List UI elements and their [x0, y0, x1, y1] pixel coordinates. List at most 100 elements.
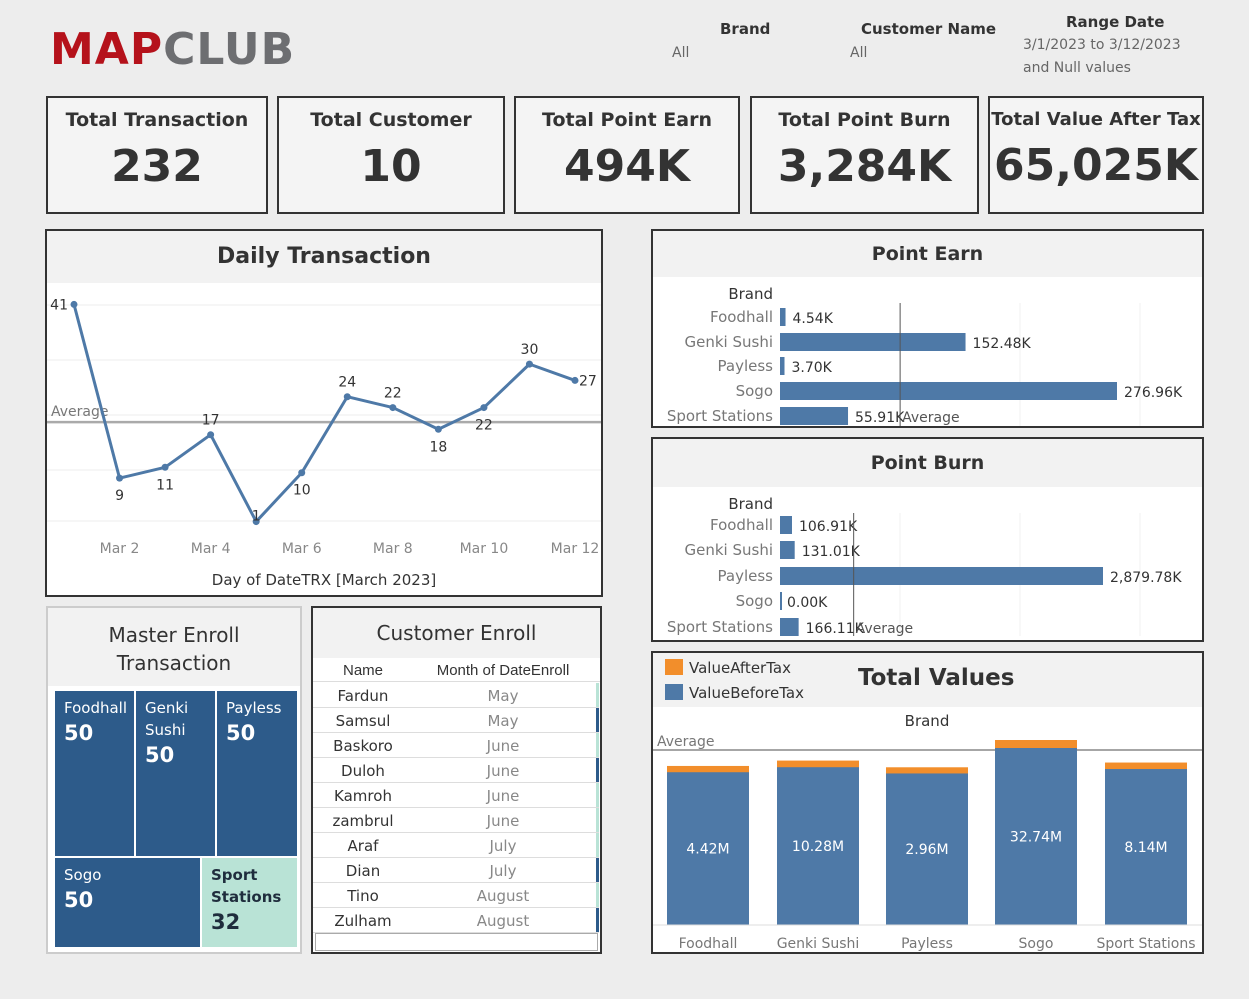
master-enroll-title-1: Master Enroll	[108, 623, 240, 647]
treemap-cell[interactable]: Sogo 50	[54, 857, 201, 948]
row-marker	[596, 783, 599, 807]
kpi-title: Total Value After Tax	[991, 109, 1201, 130]
cell-name: zambrul	[332, 812, 394, 830]
kpi-total-transaction: Total Transaction 232	[46, 96, 268, 214]
category-label: Sport Stations	[1096, 936, 1195, 952]
cell-month: June	[486, 812, 520, 830]
legend-label-before-tax[interactable]: ValueBeforeTax	[689, 684, 804, 702]
cell-name: Samsul	[335, 712, 391, 730]
cell-name: Baskoro	[333, 737, 393, 755]
table-row[interactable]: Samsul May	[313, 708, 599, 733]
treemap-cell-value: 50	[226, 721, 256, 745]
brand-filter-title: Brand	[720, 20, 771, 38]
data-point	[116, 474, 124, 482]
total-values-brand-header: Brand	[905, 712, 950, 730]
range-date-filter-title: Range Date	[1066, 13, 1165, 31]
treemap-cell[interactable]: Sport Stations 32	[201, 857, 298, 948]
average-label: Average	[657, 734, 715, 750]
cell-name: Tino	[347, 887, 379, 905]
data-point	[70, 300, 78, 308]
treemap-cell-value: 50	[145, 743, 175, 767]
kpi-total-point-earn: Total Point Earn 494K	[514, 96, 740, 214]
x-tick-label: Mar 12	[551, 541, 600, 557]
data-point	[571, 376, 579, 384]
data-point	[343, 393, 351, 401]
table-row[interactable]: Duloh June	[313, 758, 599, 783]
row-marker	[596, 758, 599, 782]
table-row[interactable]: Dian July	[313, 858, 599, 883]
customer-name-filter-value[interactable]: All	[850, 45, 867, 61]
category-label: Sogo	[1019, 936, 1054, 952]
bar-value-label: 276.96K	[1124, 385, 1183, 401]
range-date-value-1[interactable]: 3/1/2023 to 3/12/2023	[1023, 37, 1181, 53]
point-earn-title: Point Earn	[653, 231, 1202, 277]
bar-value-label: 2,879.78K	[1110, 570, 1182, 586]
cell-month: June	[486, 737, 520, 755]
bar	[780, 308, 786, 326]
bar-value-label: 0.00K	[787, 595, 828, 611]
bar	[780, 541, 795, 559]
table-row[interactable]: Araf July	[313, 833, 599, 858]
point-earn-chart: Brand Foodhall 4.54K Genki Sushi 152.48K Pay…	[667, 285, 1183, 426]
column-header-name[interactable]: Name	[313, 662, 413, 679]
data-label: 27	[579, 373, 597, 389]
data-point	[480, 404, 488, 412]
table-row[interactable]: zambrul June	[313, 808, 599, 833]
kpi-total-value-after-tax: Total Value After Tax 65,025K	[988, 96, 1204, 214]
legend-swatch-after-tax	[665, 659, 683, 675]
bar-value-label: 10.28M	[792, 839, 844, 855]
kpi-title: Total Transaction	[65, 109, 249, 131]
point-earn-panel: Point Earn Brand Foodhall 4.54K Genki Sush…	[651, 229, 1204, 428]
treemap-cell-label: Genki Sushi	[145, 699, 189, 739]
data-label: 11	[156, 477, 174, 493]
kpi-total-customer: Total Customer 10	[277, 96, 505, 214]
category-label: Genki Sushi	[685, 333, 774, 351]
daily-transaction-title: Daily Transaction	[47, 231, 601, 283]
table-row[interactable]: Kamroh June	[313, 783, 599, 808]
data-label: 18	[429, 439, 447, 455]
treemap-cell[interactable]: Payless 50	[216, 690, 298, 857]
average-label: Average	[902, 410, 960, 426]
cell-name: Duloh	[341, 762, 385, 780]
table-row[interactable]: Zulham August	[313, 908, 599, 933]
bar	[780, 567, 1103, 585]
bar-value-label: 4.42M	[686, 842, 729, 858]
kpi-title: Total Point Burn	[778, 109, 951, 131]
treemap-cell-label: Sport Stations	[211, 866, 282, 906]
category-label: Genki Sushi	[685, 541, 774, 559]
data-point	[525, 360, 533, 368]
row-marker	[596, 733, 599, 757]
average-label: Average	[856, 621, 914, 637]
cell-month: August	[476, 887, 530, 905]
x-tick-label: Mar 10	[460, 541, 509, 557]
bar-value-label: 4.54K	[793, 311, 834, 327]
treemap-cell-value: 50	[64, 721, 94, 745]
bar	[780, 382, 1117, 400]
bar	[780, 516, 792, 534]
treemap-cell[interactable]: Foodhall 50	[54, 690, 135, 857]
category-label: Foodhall	[710, 516, 773, 534]
category-label: Payless	[718, 357, 774, 375]
data-label: 30	[521, 342, 539, 358]
table-row[interactable]: Baskoro June	[313, 733, 599, 758]
cell-name: Araf	[347, 837, 379, 855]
horizontal-scrollbar[interactable]	[315, 933, 598, 951]
cell-month: June	[486, 762, 520, 780]
point-burn-title: Point Burn	[653, 439, 1202, 487]
brand-filter-value[interactable]: All	[672, 45, 689, 61]
treemap-cell-value: 50	[64, 888, 94, 912]
treemap-cell[interactable]: Genki Sushi 50	[135, 690, 216, 857]
category-label: Payless	[718, 567, 774, 585]
row-marker	[596, 833, 599, 857]
table-row[interactable]: Tino August	[313, 883, 599, 908]
category-label: Sport Stations	[667, 618, 773, 636]
kpi-value: 10	[360, 141, 422, 192]
table-row[interactable]: Fardun May	[313, 683, 599, 708]
column-header-month[interactable]: Month of DateEnroll	[419, 662, 587, 679]
category-label: Sogo	[736, 592, 773, 610]
total-values-header: ValueAfterTax ValueBeforeTax Total Value…	[653, 653, 1202, 707]
data-label: 22	[384, 386, 402, 402]
kpi-value: 3,284K	[777, 141, 952, 192]
legend-label-after-tax[interactable]: ValueAfterTax	[689, 659, 791, 677]
range-date-value-2: and Null values	[1023, 60, 1131, 76]
